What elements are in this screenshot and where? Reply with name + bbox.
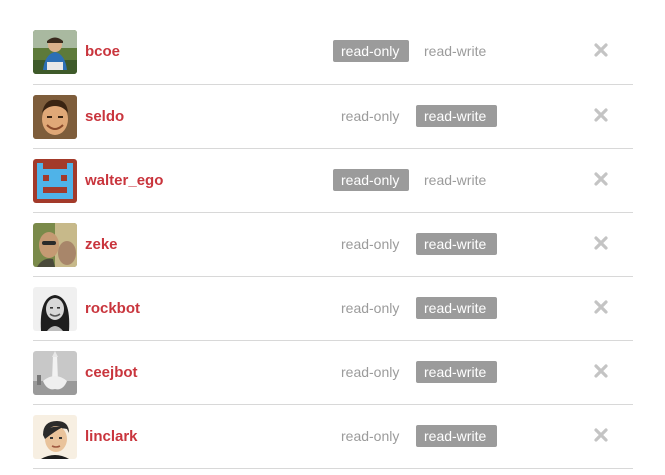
username-link[interactable]: zeke [85, 235, 118, 255]
read-only-toggle[interactable]: read-only [333, 425, 409, 447]
avatar [33, 30, 77, 74]
avatar [33, 95, 77, 139]
read-write-toggle[interactable]: read-write [416, 297, 497, 319]
read-write-toggle[interactable]: read-write [416, 105, 497, 127]
read-write-toggle[interactable]: read-write [416, 425, 497, 447]
read-write-toggle[interactable]: read-write [416, 233, 497, 255]
collaborator-row: rockbot read-only read-write [33, 277, 633, 341]
collaborator-row: bcoe read-only read-write [33, 20, 633, 85]
collaborator-row: walter_ego read-only read-write [33, 149, 633, 213]
read-only-toggle[interactable]: read-only [333, 40, 409, 62]
username-link[interactable]: walter_ego [85, 171, 163, 191]
avatar [33, 351, 77, 395]
collaborator-row: ceejbot read-only read-write [33, 341, 633, 405]
close-x-icon[interactable] [593, 427, 609, 443]
avatar [33, 415, 77, 459]
read-only-toggle[interactable]: read-only [333, 169, 409, 191]
read-only-toggle[interactable]: read-only [333, 297, 409, 319]
username-link[interactable]: rockbot [85, 299, 140, 319]
close-x-icon[interactable] [593, 363, 609, 379]
close-x-icon[interactable] [593, 171, 609, 187]
avatar [33, 223, 77, 267]
collaborator-row: linclark read-only read-write [33, 405, 633, 469]
collaborator-row: zeke read-only read-write [33, 213, 633, 277]
avatar [33, 159, 77, 203]
read-only-toggle[interactable]: read-only [333, 105, 409, 127]
username-link[interactable]: seldo [85, 107, 124, 127]
avatar [33, 287, 77, 331]
read-write-toggle[interactable]: read-write [416, 169, 497, 191]
close-x-icon[interactable] [593, 235, 609, 251]
close-x-icon[interactable] [593, 107, 609, 123]
read-write-toggle[interactable]: read-write [416, 40, 497, 62]
username-link[interactable]: bcoe [85, 42, 120, 62]
close-x-icon[interactable] [593, 299, 609, 315]
read-only-toggle[interactable]: read-only [333, 361, 409, 383]
collaborator-row: seldo read-only read-write [33, 85, 633, 149]
username-link[interactable]: ceejbot [85, 363, 138, 383]
close-x-icon[interactable] [593, 42, 609, 58]
read-only-toggle[interactable]: read-only [333, 233, 409, 255]
read-write-toggle[interactable]: read-write [416, 361, 497, 383]
username-link[interactable]: linclark [85, 427, 138, 447]
collaborator-list: bcoe read-only read-write seldo read-onl… [33, 20, 633, 469]
